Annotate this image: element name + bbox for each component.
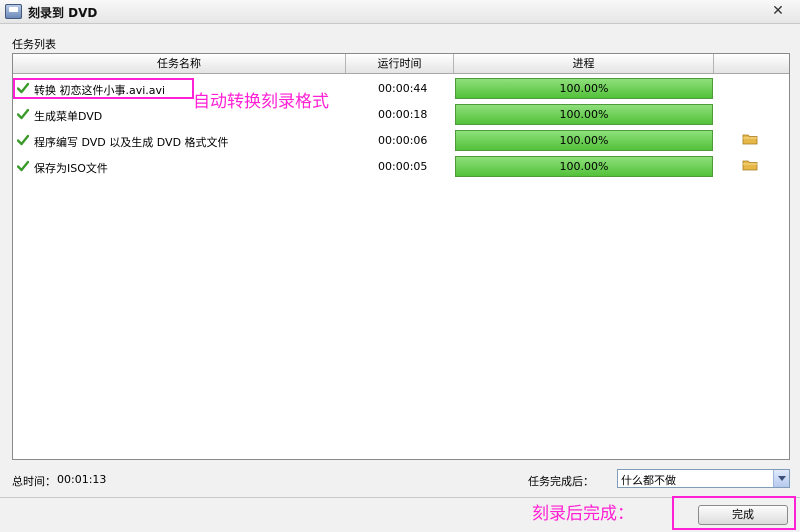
progress-label: 100.00% xyxy=(559,108,609,121)
task-table: 任务名称 运行时间 进程 转换 初恋这件小事.avi.avi 00:00:44 … xyxy=(12,53,790,460)
total-time-label: 总时间： xyxy=(12,475,56,488)
task-name: 生成菜单DVD xyxy=(34,110,103,123)
section-label: 任务列表 xyxy=(12,38,56,51)
table-header: 任务名称 运行时间 进程 xyxy=(13,54,789,74)
close-button[interactable]: ✕ xyxy=(770,3,786,19)
checkmark-icon xyxy=(17,108,29,120)
column-header-run-time[interactable]: 运行时间 xyxy=(346,54,454,73)
checkmark-icon xyxy=(17,160,29,172)
after-completion-select[interactable]: 什么都不做 xyxy=(617,469,790,488)
column-header-actions[interactable] xyxy=(714,54,789,73)
progress-label: 100.00% xyxy=(559,160,609,173)
after-completion-label: 任务完成后： xyxy=(528,475,594,488)
progress-bar: 100.00% xyxy=(455,78,713,99)
task-time: 00:00:06 xyxy=(378,134,428,147)
annotation-highlight-box xyxy=(13,78,194,99)
progress-bar: 100.00% xyxy=(455,130,713,151)
dvd-burn-icon xyxy=(5,4,22,19)
annotation-convert-note: 自动转换刻录格式 xyxy=(193,92,329,112)
folder-icon[interactable] xyxy=(742,159,758,171)
progress-label: 100.00% xyxy=(559,134,609,147)
done-button[interactable]: 完成 xyxy=(698,505,788,525)
progress-bar: 100.00% xyxy=(455,156,713,177)
table-row[interactable]: 程序编写 DVD 以及生成 DVD 格式文件 00:00:06 100.00% xyxy=(13,128,789,154)
column-header-progress[interactable]: 进程 xyxy=(454,54,714,73)
window-title: 刻录到 DVD xyxy=(28,6,98,20)
title-bar: 刻录到 DVD ✕ xyxy=(0,0,800,24)
column-header-task-name[interactable]: 任务名称 xyxy=(13,54,346,73)
table-row[interactable]: 生成菜单DVD 00:00:18 100.00% xyxy=(13,102,789,128)
progress-label: 100.00% xyxy=(559,82,609,95)
task-name: 保存为ISO文件 xyxy=(34,162,108,175)
folder-icon[interactable] xyxy=(742,133,758,145)
after-completion-value: 什么都不做 xyxy=(621,474,676,487)
annotation-done-note: 刻录后完成： xyxy=(532,504,634,524)
task-time: 00:00:44 xyxy=(378,82,428,95)
chevron-down-icon[interactable] xyxy=(773,470,789,487)
total-time-value: 00:01:13 xyxy=(57,473,107,486)
progress-bar: 100.00% xyxy=(455,104,713,125)
checkmark-icon xyxy=(17,134,29,146)
task-time: 00:00:05 xyxy=(378,160,428,173)
task-time: 00:00:18 xyxy=(378,108,428,121)
table-row[interactable]: 保存为ISO文件 00:00:05 100.00% xyxy=(13,154,789,180)
task-name: 程序编写 DVD 以及生成 DVD 格式文件 xyxy=(34,136,229,149)
